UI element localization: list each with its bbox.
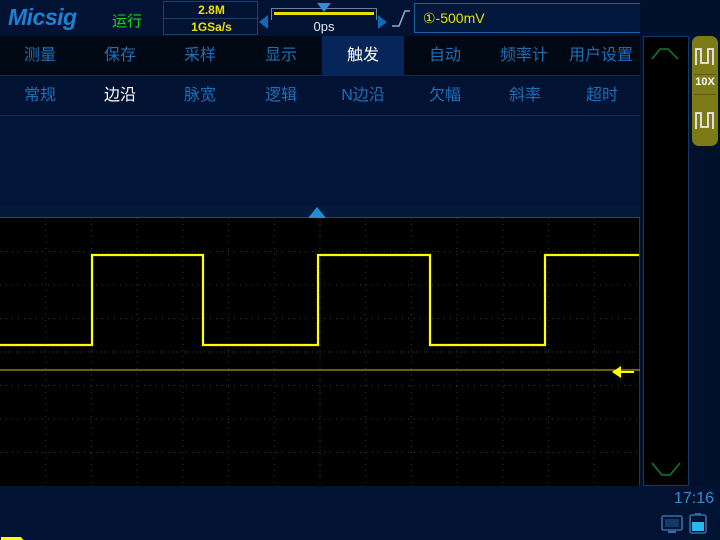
divider-top: [694, 74, 716, 75]
main-menu-item-0[interactable]: 测量: [0, 36, 80, 76]
memory-sample-block[interactable]: 2.8M 1GSa/s: [163, 1, 259, 35]
trigger-level-arrow-icon[interactable]: [612, 364, 634, 380]
pulse-icon-top[interactable]: [692, 38, 718, 74]
sub-menu-item-6[interactable]: 斜率: [486, 76, 564, 116]
system-tray: [660, 512, 712, 536]
monitor-icon: [661, 515, 683, 533]
main-menu-item-5[interactable]: 自动: [404, 36, 486, 76]
sample-rate-value: 1GSa/s: [191, 20, 232, 34]
sub-menu-item-2[interactable]: 脉宽: [160, 76, 240, 116]
main-menu-item-6[interactable]: 频率计: [486, 36, 562, 76]
pulse-icon-bottom[interactable]: [692, 102, 718, 138]
sub-menu-item-1[interactable]: 边沿: [80, 76, 160, 116]
main-menu-bar: 测量 保存 采样 显示 触发 自动 频率计 用户设置: [0, 36, 640, 76]
oscilloscope-app: Micsig 运行 2.8M 1GSa/s 0ps ①-500mV 测量 保存 采样…: [0, 0, 720, 540]
trigger-settings-area: 源 CH1CH2CH3CH4 边沿 上升下降双沿 耦合 直流交流高频抑制低频抑制…: [0, 116, 640, 313]
sub-menu-item-5[interactable]: 欠幅: [404, 76, 486, 116]
sub-menu-item-7[interactable]: 超时: [564, 76, 640, 116]
trigger-readout-value: ①-500mV: [423, 10, 485, 26]
main-menu-item-1[interactable]: 保存: [80, 36, 160, 76]
memory-depth-value: 2.8M: [198, 3, 225, 17]
time-offset-value: 0ps: [313, 19, 335, 34]
waveform-svg: [0, 218, 640, 486]
right-side-panel: 10X: [640, 0, 720, 486]
mini-waveform-preview[interactable]: [643, 36, 689, 486]
timebase-left-arrow-icon[interactable]: [259, 15, 268, 29]
system-clock: 17:16: [673, 490, 714, 507]
trigger-submenu-bar: 常规 边沿 脉宽 逻辑 N边沿 欠幅 斜率 超时: [0, 76, 640, 116]
trigger-position-marker-icon[interactable]: [308, 207, 326, 218]
run-state-label: 运行: [112, 13, 143, 30]
main-menu-item-3[interactable]: 显示: [240, 36, 322, 76]
rising-edge-icon: [392, 10, 410, 27]
timebase-right-arrow-icon[interactable]: [378, 15, 387, 29]
sub-menu-item-4[interactable]: N边沿: [322, 76, 404, 116]
timebase-memory-line: [274, 12, 374, 15]
mini-wave-svg: [651, 48, 681, 476]
ch1-trace: [0, 253, 639, 347]
main-menu-item-4[interactable]: 触发: [322, 36, 404, 76]
sub-menu-item-3[interactable]: 逻辑: [240, 76, 322, 116]
divider: [164, 18, 259, 19]
brand-logo: Micsig: [8, 4, 77, 30]
tray-icons-svg: [661, 513, 707, 534]
top-status-bar: Micsig 运行 2.8M 1GSa/s 0ps ①-500mV: [0, 0, 720, 36]
probe-ratio-value: 10X: [695, 76, 715, 88]
battery-icon: [689, 513, 707, 534]
timebase-trigger-marker-icon: [317, 3, 331, 12]
waveform-grid[interactable]: [0, 218, 640, 486]
sub-menu-item-0[interactable]: 常规: [0, 76, 80, 116]
divider-bottom: [694, 94, 716, 95]
main-menu-item-7[interactable]: 用户设置: [562, 36, 640, 76]
bottom-toolbar: 微调 快速 保存 200us CH1: [0, 486, 720, 540]
timebase-position-bar[interactable]: 0ps: [271, 3, 377, 34]
probe-attenuation-panel[interactable]: 10X: [692, 36, 718, 146]
waveform-panel: 1 -500mV: [0, 206, 640, 540]
main-menu-item-2[interactable]: 采样: [160, 36, 240, 76]
